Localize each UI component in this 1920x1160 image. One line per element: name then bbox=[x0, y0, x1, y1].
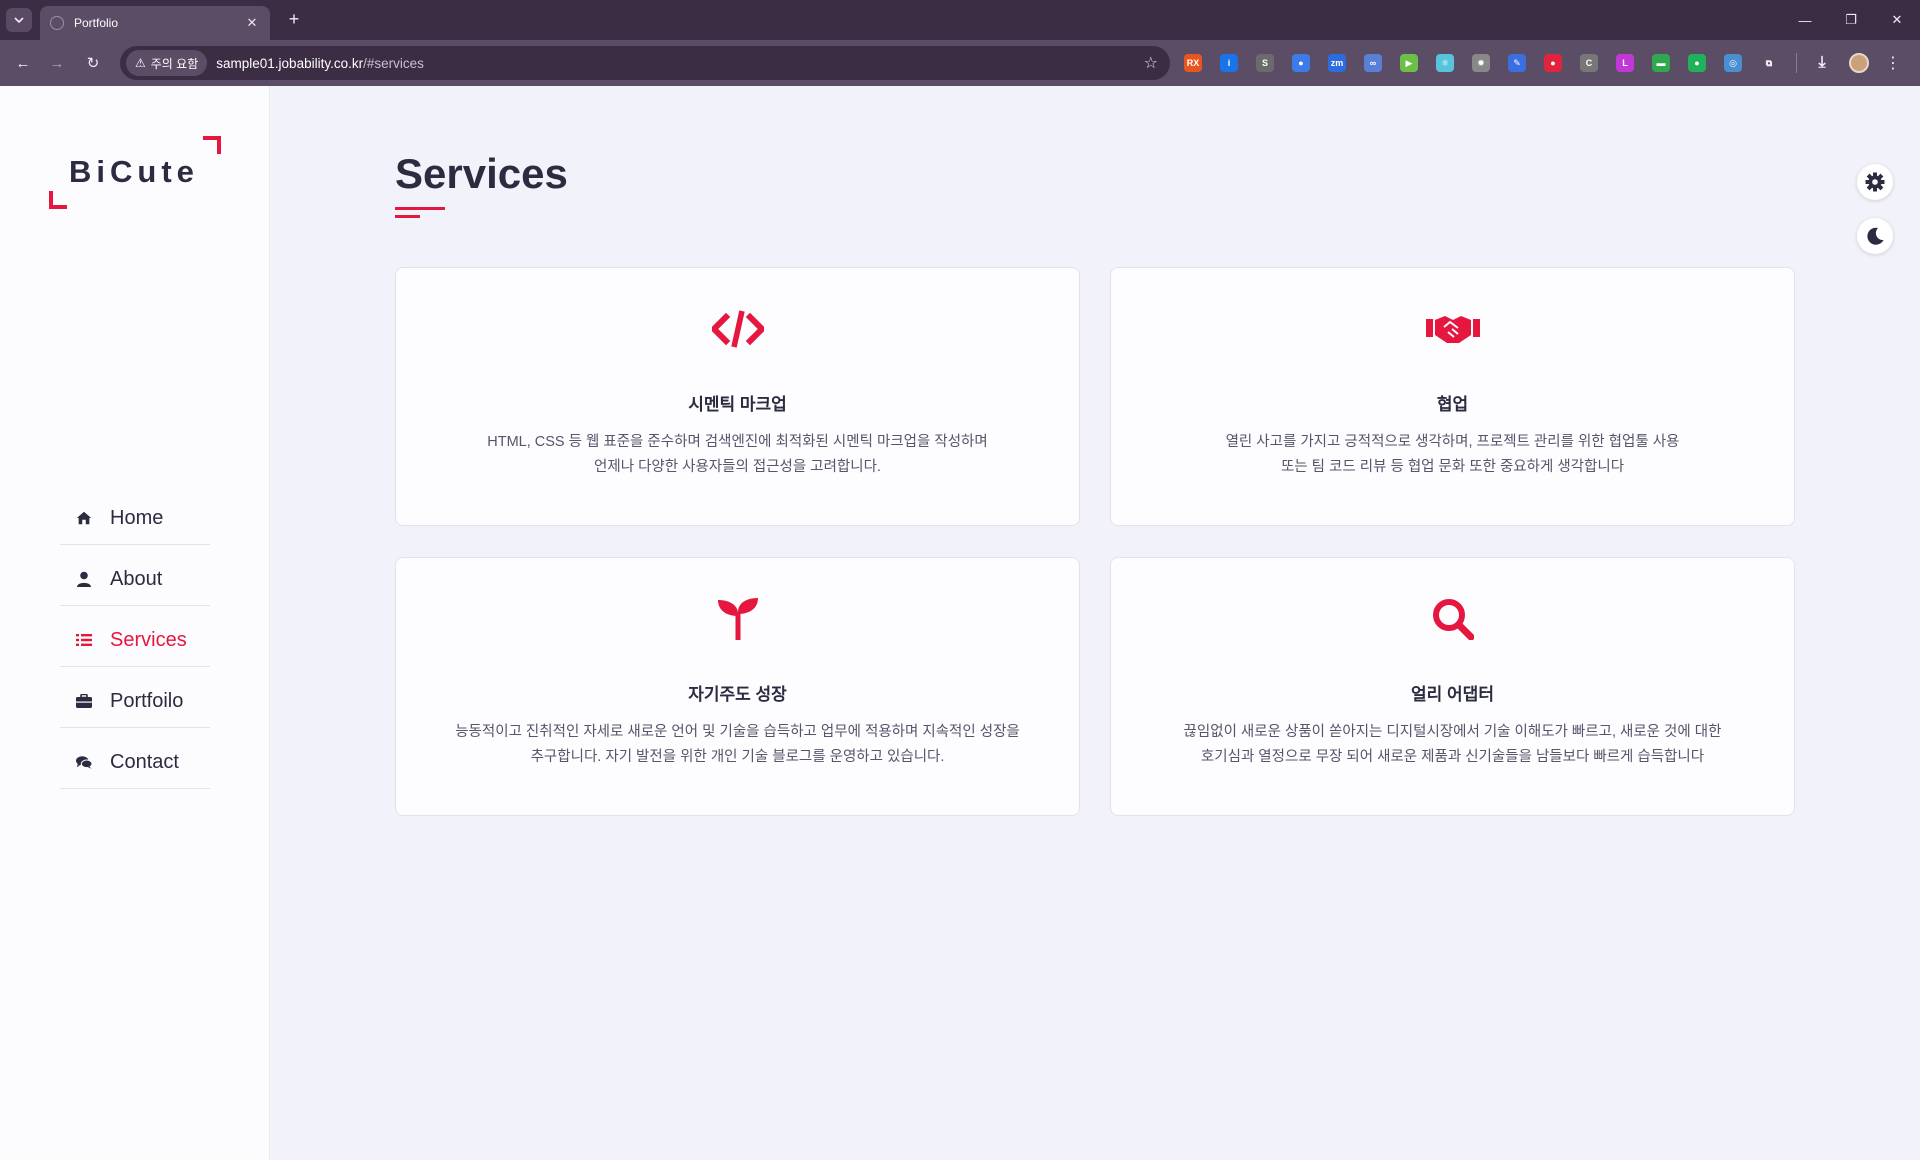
ext-ci-icon[interactable]: C bbox=[1580, 54, 1598, 72]
service-card-early-adopter: 얼리 어댑터 끊임없이 새로운 상품이 쏟아지는 디지털시장에서 기술 이해도가… bbox=[1110, 557, 1795, 816]
title-underline-short bbox=[395, 215, 420, 218]
ext-lo-icon[interactable]: L bbox=[1616, 54, 1634, 72]
card-description-line: 열린 사고를 가지고 긍적적으로 생각하며, 프로젝트 관리를 위한 협업툴 사… bbox=[1225, 434, 1680, 450]
moon-icon bbox=[1867, 227, 1884, 245]
service-card-collaboration: 협업 열린 사고를 가지고 긍적적으로 생각하며, 프로젝트 관리를 위한 협업… bbox=[1110, 267, 1795, 526]
ext-react-icon[interactable]: ⚛ bbox=[1436, 54, 1454, 72]
url-path: /#services bbox=[363, 55, 424, 71]
ext-chat-icon[interactable]: ● bbox=[1688, 54, 1706, 72]
card-description-line: 언제나 다양한 사용자들의 접근성을 고려합니다. bbox=[594, 459, 881, 475]
ext-globe-icon[interactable]: ◎ bbox=[1724, 54, 1742, 72]
card-title: 얼리 어댑터 bbox=[1411, 685, 1494, 704]
sidebar-item-label: About bbox=[110, 567, 163, 590]
ext-play-icon[interactable]: ▶ bbox=[1400, 54, 1418, 72]
service-card-self-growth: 자기주도 성장 능동적이고 진취적인 자세로 새로운 언어 및 기술을 습득하고… bbox=[395, 557, 1080, 816]
home-icon bbox=[76, 510, 92, 526]
warning-icon: ⚠ bbox=[135, 56, 146, 70]
bookmark-star-icon[interactable]: ☆ bbox=[1144, 53, 1158, 73]
comments-icon bbox=[76, 754, 92, 770]
card-title: 자기주도 성장 bbox=[688, 685, 787, 704]
card-description: 열린 사고를 가지고 긍적적으로 생각하며, 프로젝트 관리를 위한 협업툴 사… bbox=[1131, 430, 1774, 480]
page: BiCute Home About Services Portfoilo Con… bbox=[0, 86, 1920, 1160]
sidebar-item-label: Services bbox=[110, 628, 187, 651]
browser-toolbar: ← → ↻ ⚠ 주의 요함 sample01.jobability.co.kr/… bbox=[0, 40, 1920, 86]
close-window-button[interactable]: ✕ bbox=[1874, 0, 1920, 40]
tab-title: Portfolio bbox=[74, 16, 119, 30]
user-icon bbox=[76, 571, 92, 587]
search-icon bbox=[1111, 596, 1794, 642]
settings-button[interactable] bbox=[1857, 164, 1893, 200]
card-description-line: 추구합니다. 자기 발전을 위한 개인 기술 블로그를 운영하고 있습니다. bbox=[530, 749, 945, 765]
dark-mode-toggle[interactable] bbox=[1857, 218, 1893, 254]
sidebar-item-services[interactable]: Services bbox=[60, 606, 210, 667]
sidebar: BiCute Home About Services Portfoilo Con… bbox=[0, 86, 270, 1160]
logo-corner-bottom-left bbox=[49, 191, 67, 209]
download-icon[interactable]: ⤓ bbox=[1813, 54, 1831, 72]
sidebar-item-contact[interactable]: Contact bbox=[60, 728, 210, 789]
ext-gear-icon[interactable]: ✹ bbox=[1472, 54, 1490, 72]
card-description: 능동적이고 진취적인 자세로 새로운 언어 및 기술을 습득하고 업무에 적용하… bbox=[416, 720, 1059, 770]
card-description-line: 호기심과 열정으로 무장 되어 새로운 제품과 신기술들을 남들보다 빠르게 습… bbox=[1200, 749, 1705, 765]
sidebar-item-label: Home bbox=[110, 506, 164, 529]
briefcase-icon bbox=[76, 693, 92, 709]
ext-zm-icon[interactable]: zm bbox=[1328, 54, 1346, 72]
security-label: 주의 요함 bbox=[150, 56, 199, 71]
minimize-button[interactable]: — bbox=[1782, 0, 1828, 40]
back-button[interactable]: ← bbox=[12, 52, 34, 74]
card-description-line: 또는 팀 코드 리뷰 등 협업 문화 또한 중요하게 생각합니다 bbox=[1280, 459, 1625, 475]
tab-search-button[interactable] bbox=[6, 8, 32, 32]
sidebar-item-label: Portfoilo bbox=[110, 689, 184, 712]
logo-text: BiCute bbox=[69, 154, 199, 189]
card-description-line: 능동적이고 진취적인 자세로 새로운 언어 및 기술을 습득하고 업무에 적용하… bbox=[455, 724, 1020, 740]
chevron-down-icon bbox=[14, 17, 24, 24]
logo[interactable]: BiCute bbox=[49, 136, 221, 209]
extensions-puzzle-icon[interactable]: ⧉ bbox=[1760, 54, 1778, 72]
page-title: Services bbox=[395, 150, 568, 197]
ext-link-icon[interactable]: ∞ bbox=[1364, 54, 1382, 72]
sidebar-item-home[interactable]: Home bbox=[60, 484, 210, 545]
window-controls: — ❐ ✕ bbox=[1782, 0, 1920, 40]
ext-rx-icon[interactable]: RX bbox=[1184, 54, 1202, 72]
card-description-line: HTML, CSS 등 웹 표준을 준수하며 검색엔진에 최적화된 시멘틱 마크… bbox=[487, 434, 988, 450]
card-description-line: 끊임없이 새로운 상품이 쏟아지는 디지털시장에서 기술 이해도가 빠르고, 새… bbox=[1183, 724, 1722, 740]
ext-record-icon[interactable]: ● bbox=[1544, 54, 1562, 72]
close-tab-icon[interactable]: ✕ bbox=[244, 15, 260, 31]
security-indicator[interactable]: ⚠ 주의 요함 bbox=[126, 50, 208, 76]
title-underline bbox=[395, 207, 445, 210]
restore-button[interactable]: ❐ bbox=[1828, 0, 1874, 40]
url-host: sample01.jobability.co.kr bbox=[216, 55, 364, 71]
ext-pen-icon[interactable]: ✎ bbox=[1508, 54, 1526, 72]
card-title: 협업 bbox=[1436, 395, 1469, 414]
profile-avatar[interactable] bbox=[1849, 53, 1869, 73]
code-icon bbox=[396, 306, 1079, 352]
card-description: 끊임없이 새로운 상품이 쏟아지는 디지털시장에서 기술 이해도가 빠르고, 새… bbox=[1131, 720, 1774, 770]
address-bar[interactable]: ⚠ 주의 요함 sample01.jobability.co.kr/#servi… bbox=[120, 46, 1170, 80]
browser-tab-strip: Portfolio ✕ + — ❐ ✕ bbox=[0, 0, 1920, 40]
browser-tab[interactable]: Portfolio ✕ bbox=[40, 6, 270, 40]
new-tab-button[interactable]: + bbox=[284, 9, 304, 29]
ext-s-icon[interactable]: S bbox=[1256, 54, 1274, 72]
seedling-icon bbox=[396, 596, 1079, 642]
ext-droplet-icon[interactable]: ● bbox=[1292, 54, 1310, 72]
url-text[interactable]: sample01.jobability.co.kr/#services bbox=[216, 56, 424, 71]
toolbar-separator bbox=[1796, 53, 1797, 73]
reload-button[interactable]: ↻ bbox=[82, 52, 104, 74]
extensions-row: RX i S ● zm ∞ ▶ ⚛ ✹ ✎ ● C L ▬ ● ◎ ⧉ ⤓ ⋮ bbox=[1184, 50, 1901, 76]
sidebar-item-about[interactable]: About bbox=[60, 545, 210, 606]
forward-button[interactable]: → bbox=[46, 52, 68, 74]
sidebar-nav: Home About Services Portfoilo Contact bbox=[60, 484, 210, 789]
ext-info-icon[interactable]: i bbox=[1220, 54, 1238, 72]
browser-menu-icon[interactable]: ⋮ bbox=[1885, 53, 1901, 73]
card-description: HTML, CSS 등 웹 표준을 준수하며 검색엔진에 최적화된 시멘틱 마크… bbox=[416, 430, 1059, 480]
logo-corner-top-right bbox=[203, 136, 221, 154]
handshake-icon bbox=[1111, 306, 1794, 352]
ext-card-icon[interactable]: ▬ bbox=[1652, 54, 1670, 72]
card-title: 시멘틱 마크업 bbox=[688, 395, 787, 414]
sidebar-item-portfolio[interactable]: Portfoilo bbox=[60, 667, 210, 728]
list-icon bbox=[76, 632, 92, 648]
gear-icon bbox=[1865, 172, 1885, 192]
sidebar-item-label: Contact bbox=[110, 750, 179, 773]
tab-favicon-icon bbox=[50, 16, 64, 30]
service-card-semantic-markup: 시멘틱 마크업 HTML, CSS 등 웹 표준을 준수하며 검색엔진에 최적화… bbox=[395, 267, 1080, 526]
